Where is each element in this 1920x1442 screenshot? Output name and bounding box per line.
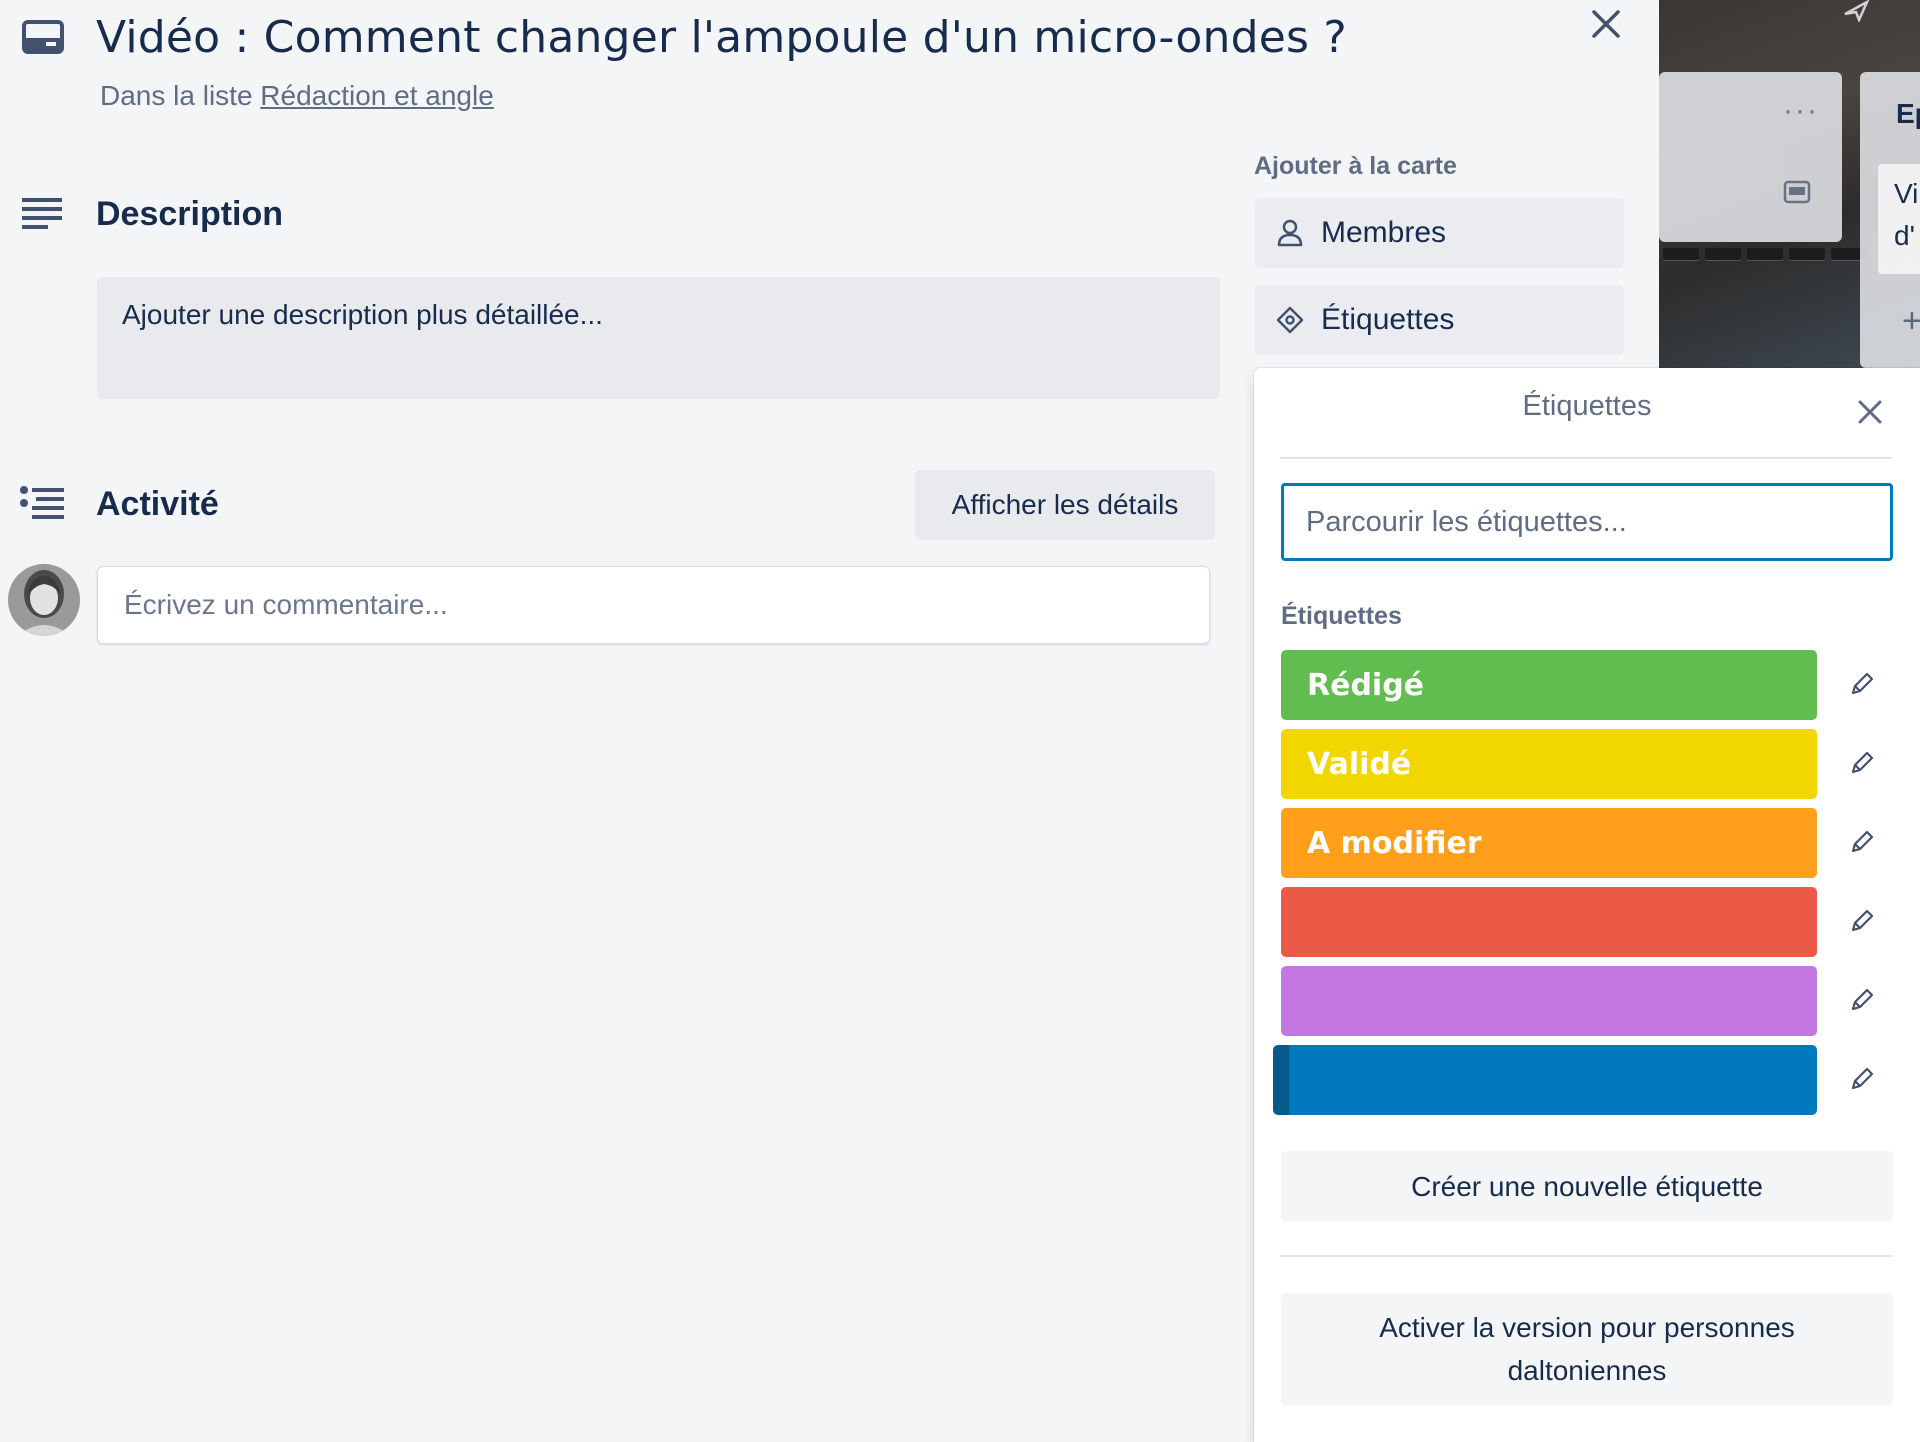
show-details-button[interactable]: Afficher les détails — [915, 470, 1215, 540]
divider — [1280, 1255, 1892, 1257]
background-card[interactable]: Vi d' — [1878, 164, 1920, 274]
card-template-icon — [1783, 180, 1811, 204]
popover-title: Étiquettes — [1522, 390, 1652, 422]
labels-button[interactable]: Étiquettes — [1255, 285, 1624, 355]
label-chip-purple[interactable] — [1281, 966, 1817, 1036]
close-icon[interactable] — [1856, 398, 1884, 426]
card-title[interactable]: Vidéo : Comment changer l'ampoule d'un m… — [96, 12, 1347, 63]
person-icon — [1277, 219, 1303, 247]
background-list[interactable]: ··· — [1659, 72, 1842, 242]
labels-button-label: Étiquettes — [1321, 303, 1455, 336]
labels-popover: Étiquettes Parcourir les étiquettes... É… — [1254, 368, 1920, 1442]
label-chip-red[interactable] — [1281, 887, 1817, 957]
avatar-photo — [8, 564, 80, 636]
tag-icon — [1276, 306, 1304, 334]
pencil-icon[interactable] — [1846, 828, 1876, 858]
list-link[interactable]: Rédaction et angle — [260, 80, 494, 111]
background-list-2[interactable]: Ep Vi d' + — [1860, 72, 1920, 368]
board-background: ··· Ep Vi d' + — [1659, 0, 1920, 368]
list-title: Ep — [1896, 98, 1920, 129]
create-label-button[interactable]: Créer une nouvelle étiquette — [1281, 1151, 1893, 1221]
send-icon — [1844, 0, 1870, 22]
pencil-icon[interactable] — [1846, 1065, 1876, 1095]
label-chip-valide[interactable]: Validé — [1281, 729, 1817, 799]
add-to-card-label: Ajouter à la carte — [1254, 152, 1457, 180]
list-breadcrumb: Dans la liste Rédaction et angle — [100, 80, 494, 112]
colorblind-button-line2: daltoniennes — [1507, 1355, 1667, 1386]
pencil-icon[interactable] — [1846, 907, 1876, 937]
background-card-text: Vi — [1894, 178, 1919, 209]
description-title: Description — [96, 195, 284, 233]
description-editor[interactable]: Ajouter une description plus détaillée..… — [97, 277, 1220, 399]
label-chip-a-modifier[interactable]: A modifier — [1281, 808, 1817, 878]
description-icon — [22, 198, 62, 229]
label-search-input[interactable]: Parcourir les étiquettes... — [1281, 483, 1893, 561]
list-menu-icon[interactable]: ··· — [1783, 94, 1819, 128]
list-prefix: Dans la liste — [100, 80, 261, 111]
activity-title: Activité — [96, 485, 219, 523]
label-chip-redige[interactable]: Rédigé — [1281, 650, 1817, 720]
colorblind-button-line1: Activer la version pour personnes — [1379, 1312, 1795, 1343]
pencil-icon[interactable] — [1846, 986, 1876, 1016]
members-button-label: Membres — [1321, 216, 1447, 249]
add-card-icon[interactable]: + — [1902, 302, 1920, 341]
label-chip-blue[interactable] — [1273, 1045, 1817, 1115]
pencil-icon[interactable] — [1846, 749, 1876, 779]
labels-section-heading: Étiquettes — [1281, 602, 1402, 630]
background-card-text: d' — [1894, 220, 1915, 251]
pencil-icon[interactable] — [1846, 670, 1876, 700]
colorblind-mode-button[interactable]: Activer la version pour personnes dalton… — [1281, 1293, 1893, 1405]
avatar[interactable] — [8, 564, 80, 636]
comment-input[interactable]: Écrivez un commentaire... — [97, 566, 1210, 644]
description-placeholder: Ajouter une description plus détaillée..… — [122, 299, 603, 330]
activity-icon — [20, 486, 64, 519]
members-button[interactable]: Membres — [1255, 198, 1624, 268]
divider — [1280, 457, 1892, 459]
close-icon[interactable] — [1584, 2, 1628, 46]
card-icon — [22, 20, 64, 54]
